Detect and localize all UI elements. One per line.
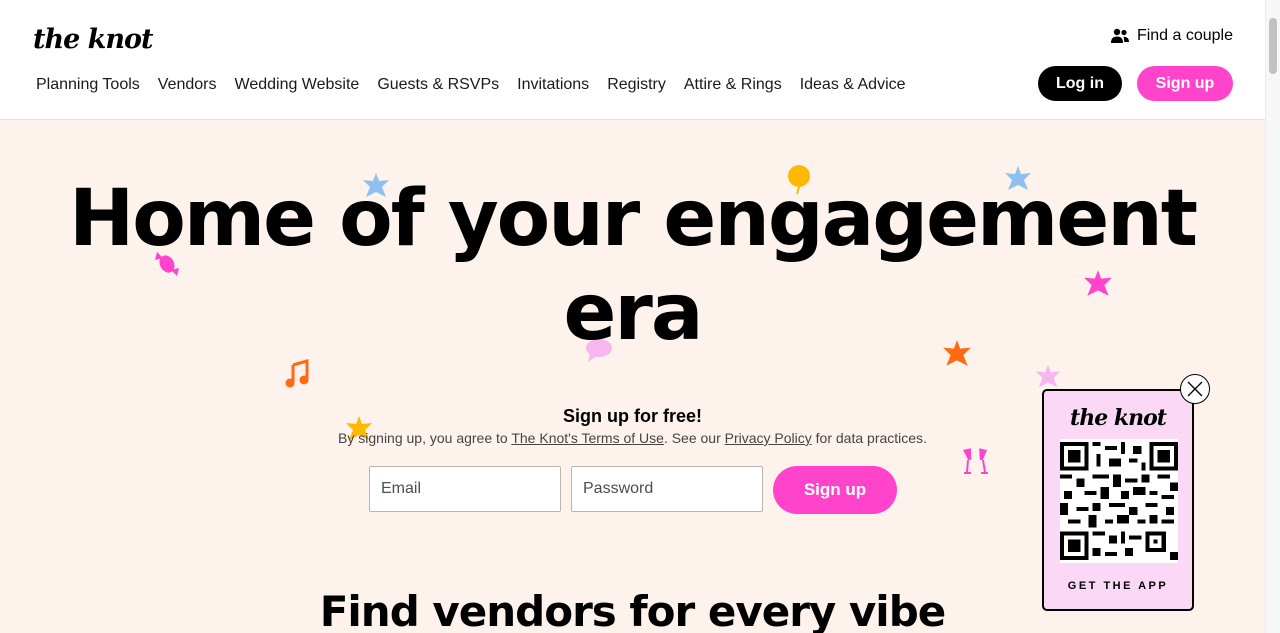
- password-field[interactable]: [571, 466, 763, 512]
- champagne-icon: [963, 448, 988, 474]
- terms-prefix: By signing up, you agree to: [338, 430, 512, 446]
- find-couple-label: Find a couple: [1136, 27, 1233, 44]
- people-icon: [1110, 28, 1129, 43]
- star-icon: [1035, 364, 1061, 388]
- header-signup-button[interactable]: Sign up: [1137, 66, 1233, 101]
- nav-invitations[interactable]: Invitations: [517, 74, 589, 96]
- terms-middle: . See our: [663, 430, 725, 446]
- nav-ideas-advice[interactable]: Ideas & Advice: [800, 74, 906, 96]
- main-nav: Planning Tools Vendors Wedding Website G…: [36, 74, 924, 96]
- site-header: the knot Find a couple Planning Tools Ve…: [0, 0, 1265, 120]
- qr-code: [1060, 439, 1178, 563]
- find-couple-link[interactable]: Find a couple: [1110, 24, 1233, 48]
- nav-attire-rings[interactable]: Attire & Rings: [684, 74, 782, 96]
- nav-vendors[interactable]: Vendors: [158, 74, 217, 96]
- page-scrollbar[interactable]: [1265, 0, 1280, 633]
- promo-logo: the knot: [1070, 405, 1167, 431]
- app-promo-card[interactable]: the knot GET THE APP: [1042, 389, 1194, 611]
- scrollbar-thumb[interactable]: [1269, 18, 1277, 74]
- terms-suffix: for data practices.: [811, 430, 927, 446]
- close-promo-button[interactable]: [1180, 374, 1210, 404]
- nav-guests-rsvps[interactable]: Guests & RSVPs: [377, 74, 499, 96]
- terms-of-use-link[interactable]: The Knot's Terms of Use: [511, 430, 664, 446]
- music-note-icon: [285, 359, 309, 388]
- signup-submit-button[interactable]: Sign up: [773, 466, 897, 514]
- privacy-policy-link[interactable]: Privacy Policy: [725, 430, 812, 446]
- close-icon: [1187, 381, 1203, 397]
- nav-wedding-website[interactable]: Wedding Website: [235, 74, 360, 96]
- the-knot-logo[interactable]: the knot: [33, 24, 153, 56]
- login-button[interactable]: Log in: [1038, 66, 1122, 101]
- hero-title: Home of your engagement era: [68, 174, 1198, 358]
- get-the-app-label: GET THE APP: [1067, 580, 1169, 592]
- nav-registry[interactable]: Registry: [607, 74, 666, 96]
- email-field[interactable]: [369, 466, 561, 512]
- nav-planning-tools[interactable]: Planning Tools: [36, 74, 140, 96]
